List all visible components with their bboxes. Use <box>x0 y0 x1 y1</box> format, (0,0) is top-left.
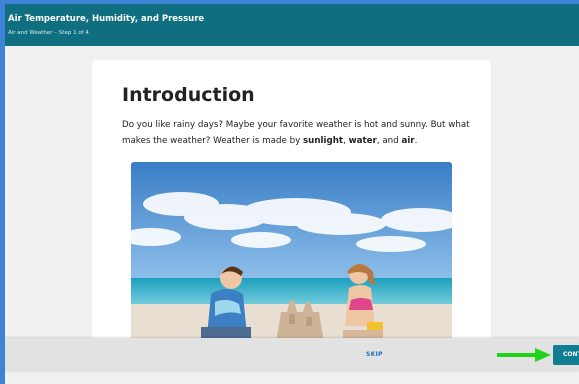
beach-photo <box>131 162 452 342</box>
intro-text: Do you like rainy days? Maybe your favor… <box>122 120 470 146</box>
continue-button[interactable]: CONTINUE <box>553 345 579 365</box>
sentence-end: . <box>414 135 418 146</box>
lesson-title: Air Temperature, Humidity, and Pressure <box>8 14 205 24</box>
section-heading: Introduction <box>122 84 255 106</box>
separator: , and <box>376 135 402 146</box>
skip-button[interactable]: SKIP <box>366 351 383 358</box>
footer-bar: SKIP CONTINUE <box>5 338 579 372</box>
lesson-step-indicator: Air and Weather – Step 1 of 4 <box>8 30 89 36</box>
keyword-air: air <box>401 135 415 146</box>
arrow-right-icon <box>497 348 551 362</box>
keyword-water: water <box>348 135 377 146</box>
lesson-header: Air Temperature, Humidity, and Pressure … <box>5 4 579 46</box>
intro-paragraph: Do you like rainy days? Maybe your favor… <box>122 118 472 149</box>
lesson-card: Introduction Do you like rainy days? May… <box>92 60 491 342</box>
keyword-sunlight: sunlight <box>303 135 344 146</box>
